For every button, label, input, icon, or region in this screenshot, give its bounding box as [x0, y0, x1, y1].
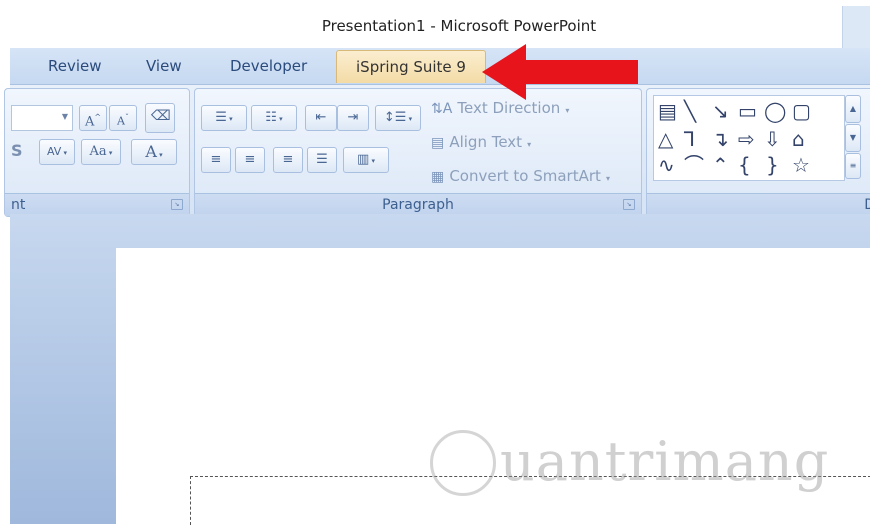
align-center-icon: ≡ [244, 152, 256, 167]
increase-indent-icon: ⇥ [347, 110, 359, 125]
arc-shape-icon[interactable]: ⌒ [684, 152, 704, 178]
align-center-button[interactable]: ≡ [235, 147, 265, 173]
shrink-font-button[interactable]: Aˇ [109, 105, 137, 131]
elbow-arrow-shape-icon[interactable]: ↴ [712, 126, 729, 152]
right-brace-shape-icon[interactable]: } [766, 152, 779, 178]
arrow-line-shape-icon[interactable]: ↘ [712, 98, 729, 124]
chevron-down-icon: ▼ [61, 112, 68, 121]
shrink-font-label: A [117, 114, 125, 128]
grow-font-button[interactable]: A^ [79, 105, 107, 131]
paragraph-dialog-launcher[interactable]: ↘ [623, 199, 635, 210]
paragraph-group-label: Paragraph [195, 193, 641, 216]
curve-shape-icon[interactable]: ⌃ [712, 152, 729, 178]
ribbon: ▼ A^ Aˇ ⌫ S AV ▾ Aa ▾ A ▾ nt ↘ ☰ ▾ ☷ ▾ ⇤… [4, 84, 870, 217]
character-spacing-button[interactable]: AV ▾ [39, 139, 75, 165]
chevron-down-icon: ▾ [527, 140, 532, 149]
tab-view[interactable]: View [146, 48, 182, 84]
align-text-label: Align Text [449, 133, 523, 151]
line-spacing-button[interactable]: ↕☰ ▾ [375, 105, 421, 131]
drawing-group-label: D [647, 193, 870, 216]
font-group: ▼ A^ Aˇ ⌫ S AV ▾ Aa ▾ A ▾ nt ↘ [4, 88, 190, 217]
clear-formatting-button[interactable]: ⌫ [145, 103, 175, 133]
right-arrow-shape-icon[interactable]: ⇨ [738, 126, 755, 152]
align-left-button[interactable]: ≡ [201, 147, 231, 173]
justify-icon: ☰ [316, 152, 328, 167]
paragraph-group: ☰ ▾ ☷ ▾ ⇤ ⇥ ↕☰ ▾ ≡ ≡ ≡ ☰ ▥ ▾ ⇅A Text Dir… [194, 88, 642, 217]
rounded-rect-shape-icon[interactable]: ▢ [792, 98, 811, 124]
bullets-button[interactable]: ☰ ▾ [201, 105, 247, 131]
font-color-label: A [145, 142, 157, 161]
font-group-label: nt [5, 193, 189, 216]
increase-indent-button[interactable]: ⇥ [337, 105, 369, 131]
watermark-text: uantrimang [500, 430, 830, 493]
change-case-button[interactable]: Aa ▾ [81, 139, 121, 165]
oval-shape-icon[interactable]: ◯ [764, 98, 786, 124]
smartart-icon: ▦ [431, 169, 445, 185]
chevron-down-icon: ▾ [606, 174, 611, 183]
window-controls-edge [842, 6, 870, 48]
columns-icon: ▥ [356, 152, 370, 167]
eraser-icon: ⌫ [151, 108, 171, 124]
align-text-icon: ▤ [431, 135, 445, 151]
columns-button[interactable]: ▥ ▾ [343, 147, 389, 173]
decrease-indent-icon: ⇤ [315, 110, 327, 125]
triangle-shape-icon[interactable]: △ [658, 126, 673, 152]
numbering-icon: ☷ [265, 110, 277, 125]
decrease-indent-button[interactable]: ⇤ [305, 105, 337, 131]
align-left-icon: ≡ [210, 152, 222, 167]
drawing-group: ▤ ╲ ↘ ▭ ◯ ▢ △ ⅂ ↴ ⇨ ⇩ ⌂ ∿ ⌒ ⌃ { } ☆ ▲ ▼ … [646, 88, 870, 217]
shadow-button-fragment[interactable]: S [11, 141, 23, 160]
window-title: Presentation1 - Microsoft PowerPoint [321, 17, 597, 35]
flowchart-shape-icon[interactable]: ⌂ [792, 126, 805, 152]
tab-developer[interactable]: Developer [230, 48, 307, 84]
star-shape-icon[interactable]: ☆ [792, 152, 810, 178]
tab-ispring-suite[interactable]: iSpring Suite 9 [336, 50, 486, 83]
font-color-button[interactable]: A ▾ [131, 139, 177, 165]
watermark-logo-icon [430, 430, 496, 496]
freeform-shape-icon[interactable]: ∿ [658, 152, 675, 178]
change-case-label: Aa [89, 144, 107, 159]
align-right-button[interactable]: ≡ [273, 147, 303, 173]
numbering-button[interactable]: ☷ ▾ [251, 105, 297, 131]
scroll-down-icon[interactable]: ▼ [845, 124, 861, 152]
red-pointer-arrow-icon [482, 44, 638, 100]
chevron-down-icon: ▾ [565, 106, 570, 115]
char-spacing-label: AV [46, 145, 62, 158]
ribbon-tab-strip: Review View Developer iSpring Suite 9 [10, 48, 870, 84]
grow-font-label: A [84, 114, 95, 130]
shapes-gallery[interactable]: ▤ ╲ ↘ ▭ ◯ ▢ △ ⅂ ↴ ⇨ ⇩ ⌂ ∿ ⌒ ⌃ { } ☆ [653, 95, 845, 181]
line-shape-icon[interactable]: ╲ [684, 98, 696, 124]
justify-button[interactable]: ☰ [307, 147, 337, 173]
gallery-more-icon[interactable]: ≡ [845, 153, 861, 179]
align-text-button[interactable]: ▤ Align Text ▾ [431, 129, 531, 155]
text-direction-icon: ⇅A [431, 101, 453, 117]
tab-review[interactable]: Review [48, 48, 102, 84]
bullets-icon: ☰ [215, 110, 227, 125]
font-dialog-launcher[interactable]: ↘ [171, 199, 183, 210]
elbow-connector-shape-icon[interactable]: ⅂ [684, 126, 695, 152]
textbox-shape-icon[interactable]: ▤ [658, 98, 677, 124]
down-arrow-shape-icon[interactable]: ⇩ [764, 126, 781, 152]
gallery-scroll[interactable]: ▲ ▼ ≡ [845, 95, 861, 179]
scroll-up-icon[interactable]: ▲ [845, 95, 861, 123]
font-size-combo[interactable]: ▼ [11, 105, 73, 131]
convert-smartart-label: Convert to SmartArt [449, 167, 601, 185]
rectangle-shape-icon[interactable]: ▭ [738, 98, 757, 124]
align-right-icon: ≡ [282, 152, 294, 167]
left-brace-shape-icon[interactable]: { [738, 152, 751, 178]
title-bar: Presentation1 - Microsoft PowerPoint [0, 0, 870, 48]
convert-smartart-button[interactable]: ▦ Convert to SmartArt ▾ [431, 163, 610, 189]
line-spacing-icon: ↕☰ [383, 110, 407, 125]
